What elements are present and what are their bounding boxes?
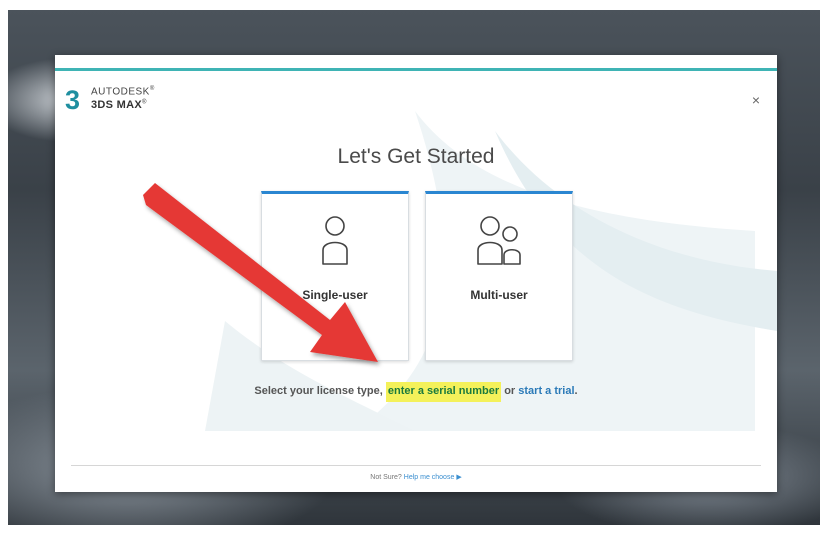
footer-divider <box>71 465 761 466</box>
dialog-title: Let's Get Started <box>337 145 495 168</box>
serial-number-link[interactable]: enter a serial number <box>385 382 502 402</box>
product-name-text: 3DS MAX <box>91 99 142 111</box>
license-prefix-text: Select your license type, <box>254 385 386 397</box>
brand-mark: ® <box>149 86 155 92</box>
license-suffix-text: . <box>574 385 578 397</box>
single-user-label: Single-user <box>302 288 368 302</box>
multi-user-card[interactable]: Multi-user <box>425 191 573 361</box>
product-name: 3DS MAX® <box>91 99 147 111</box>
app-logo-icon: 3 <box>65 85 81 115</box>
single-user-icon <box>322 216 348 265</box>
start-trial-link[interactable]: start a trial <box>518 385 574 397</box>
help-me-choose-link[interactable]: Help me choose <box>404 474 455 481</box>
footer: Not Sure? Help me choose ▶ <box>55 473 777 481</box>
background-watermark <box>205 111 777 431</box>
license-dialog: 3 AUTODESK® 3DS MAX® × Let's Get Started… <box>55 55 777 492</box>
footer-prefix: Not Sure? <box>370 474 404 481</box>
brand-name: AUTODESK® <box>91 86 155 97</box>
multi-user-label: Multi-user <box>470 288 528 302</box>
license-instructions: Select your license type, enter a serial… <box>55 382 777 402</box>
license-middle-text: or <box>501 385 519 397</box>
product-mark: ® <box>142 99 147 106</box>
play-arrow-icon[interactable]: ▶ <box>456 474 461 481</box>
single-user-card[interactable]: Single-user <box>261 191 409 361</box>
multi-user-icon <box>477 216 521 265</box>
close-icon[interactable]: × <box>748 92 764 108</box>
brand-name-text: AUTODESK <box>91 86 150 98</box>
